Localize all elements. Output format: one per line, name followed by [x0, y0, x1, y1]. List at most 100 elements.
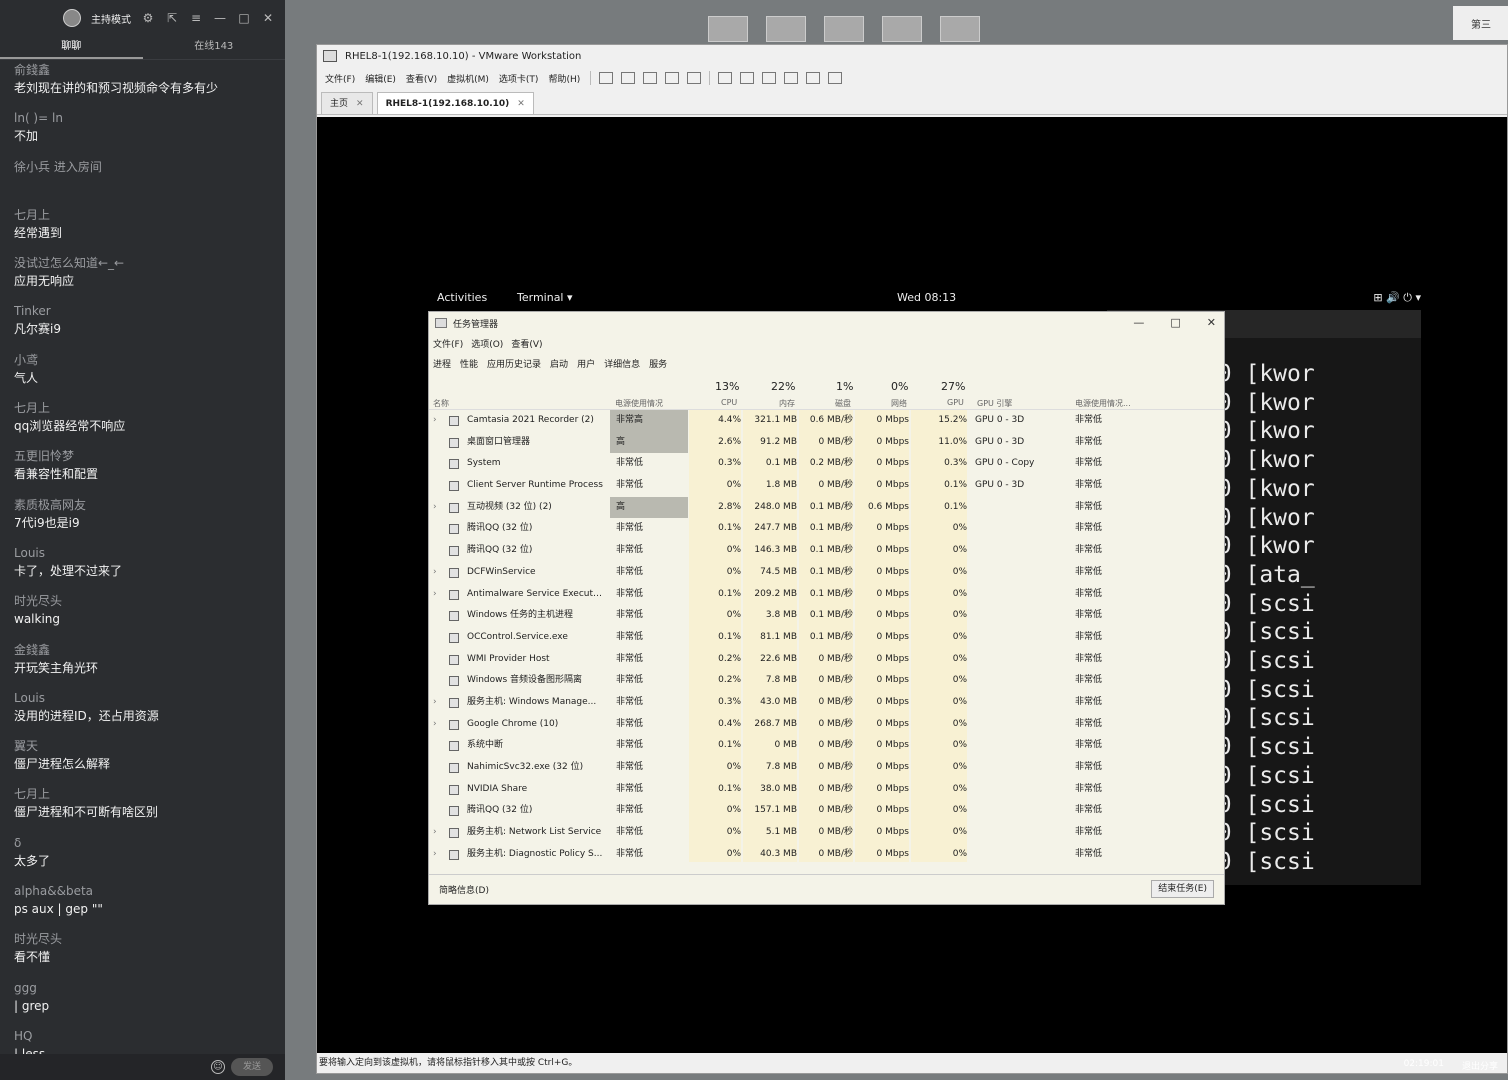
chat-username[interactable]: 小鸢 — [14, 352, 271, 369]
chat-username[interactable]: δ — [14, 835, 271, 852]
process-table-body[interactable]: › Camtasia 2021 Recorder (2) 非常高 4.4% 321.1 … — [429, 410, 1224, 862]
expand-icon[interactable]: › — [433, 410, 437, 432]
clock[interactable]: Wed 08:13 — [897, 291, 956, 304]
table-row[interactable]: 系统中断 非常低 0.1% 0 MB 0 MB/秒 0 Mbps 0% 非常低 — [429, 735, 1224, 757]
col-gpu[interactable]: GPU — [947, 398, 964, 407]
col-gpu-engine[interactable]: GPU 引擎 — [977, 398, 1012, 409]
table-row[interactable]: 腾讯QQ (32 位) 非常低 0% 157.1 MB 0 MB/秒 0 Mbps 0% 非常… — [429, 800, 1224, 823]
thumbnail[interactable] — [824, 16, 864, 42]
tab-online[interactable]: 在线143 — [143, 36, 286, 59]
chat-username[interactable]: 五更旧怜梦 — [14, 448, 271, 465]
chat-username[interactable]: ln( )= ln — [14, 110, 271, 127]
tab-details[interactable]: 详细信息 — [604, 357, 640, 370]
close-icon[interactable]: ✕ — [1207, 316, 1216, 329]
chat-username[interactable]: Louis — [14, 545, 271, 562]
tab-performance[interactable]: 性能 — [460, 357, 478, 370]
menu-file[interactable]: 文件(F) — [325, 72, 355, 85]
table-row[interactable]: › Google Chrome (10) 非常低 0.4% 268.7 MB 0 MB/秒… — [429, 713, 1224, 736]
close-icon[interactable]: ✕ — [356, 99, 364, 109]
snapshot-icon[interactable] — [643, 72, 658, 84]
send-button[interactable]: 发送 — [231, 1058, 273, 1076]
stretch-icon[interactable] — [828, 72, 843, 84]
tab-startup[interactable]: 启动 — [550, 357, 568, 370]
menu-view[interactable]: 查看(V) — [406, 72, 437, 85]
exit-share-button[interactable]: 退出分享 — [1462, 1059, 1498, 1072]
system-menu[interactable]: ⊞ 🔊 ⏻ ▾ — [1373, 291, 1421, 305]
console-icon[interactable] — [806, 72, 821, 84]
minimize-icon[interactable]: — — [213, 11, 227, 25]
tab-home[interactable]: 主页 ✕ — [321, 92, 373, 114]
table-row[interactable]: 桌面窗口管理器 高 2.6% 91.2 MB 0 MB/秒 0 Mbps 11.0% GPU … — [429, 431, 1224, 454]
chat-username[interactable]: 金錢鑫 — [14, 642, 271, 659]
table-row[interactable]: › 服务主机: Diagnostic Policy S... 非常低 0% 40.3 M… — [429, 843, 1224, 862]
minimize-icon[interactable]: — — [1133, 316, 1144, 329]
col-memory[interactable]: 内存 — [779, 398, 795, 409]
thumbnail[interactable] — [766, 16, 806, 42]
expand-icon[interactable]: › — [433, 844, 437, 862]
thumbnail[interactable] — [940, 16, 980, 42]
table-row[interactable]: 腾讯QQ (32 位) 非常低 0% 146.3 MB 0.1 MB/秒 0 Mbps 0%… — [429, 540, 1224, 562]
expand-icon[interactable]: › — [433, 584, 437, 606]
chat-message-list[interactable]: 俞錢鑫 老刘现在讲的和预习视频命令有多有少 ln( )= ln 不加 徐小兵 进入房间七… — [0, 60, 285, 1076]
table-row[interactable]: › Antimalware Service Executa... 非常低 0.1% 20… — [429, 583, 1224, 606]
menu-help[interactable]: 帮助(H) — [548, 72, 580, 85]
maximize-icon[interactable]: □ — [1170, 316, 1180, 329]
chat-username[interactable]: HQ — [14, 1028, 271, 1045]
tab-chat[interactable]: 聊聊 — [0, 36, 143, 59]
menu-options[interactable]: 选项(O) — [471, 337, 503, 350]
thumbnail[interactable] — [708, 16, 748, 42]
expand-icon[interactable]: › — [433, 822, 437, 844]
fullscreen-icon[interactable] — [762, 72, 777, 84]
table-row[interactable]: › 服务主机: Network List Service 非常低 0% 5.1 MB 0 … — [429, 822, 1224, 844]
table-row[interactable]: NVIDIA Share 非常低 0.1% 38.0 MB 0 MB/秒 0 Mbps 0%… — [429, 778, 1224, 801]
menu-edit[interactable]: 编辑(E) — [365, 72, 396, 85]
col-network[interactable]: 网络 — [891, 398, 907, 409]
chat-username[interactable]: 俞錢鑫 — [14, 62, 271, 79]
settings-icon[interactable]: ⚙ — [141, 11, 155, 25]
menu-file[interactable]: 文件(F) — [433, 337, 463, 350]
chat-username[interactable]: 时光尽头 — [14, 593, 271, 610]
expand-icon[interactable]: › — [433, 497, 437, 519]
tab-vm[interactable]: RHEL8-1(192.168.10.10) ✕ — [376, 92, 534, 114]
chat-username[interactable]: Louis — [14, 690, 271, 707]
pause-icon[interactable] — [599, 72, 614, 84]
chat-username[interactable]: ggg — [14, 980, 271, 997]
chat-username[interactable]: 时光尽头 — [14, 931, 271, 948]
col-power-trend[interactable]: 电源使用情况... — [1075, 398, 1131, 409]
chat-username[interactable]: 七月上 — [14, 786, 271, 803]
tab-app-history[interactable]: 应用历史记录 — [487, 357, 541, 370]
tab-services[interactable]: 服务 — [649, 357, 667, 370]
menu-view[interactable]: 查看(V) — [511, 337, 542, 350]
table-row[interactable]: › 服务主机: Windows Manage... 非常低 0.3% 43.0 MB 0 … — [429, 691, 1224, 714]
table-row[interactable]: OCControl.Service.exe 非常低 0.1% 81.1 MB 0.1 M… — [429, 626, 1224, 649]
table-row[interactable]: 腾讯QQ (32 位) 非常低 0.1% 247.7 MB 0.1 MB/秒 0 Mbps… — [429, 518, 1224, 541]
col-disk[interactable]: 磁盘 — [835, 398, 851, 409]
fewer-details-button[interactable]: 简略信息(D) — [439, 883, 489, 896]
terminal-app-menu[interactable]: Terminal ▾ — [517, 291, 573, 304]
thumbnail-bar-icon[interactable] — [740, 72, 755, 84]
host-mode-label[interactable]: 主持模式 — [91, 11, 131, 26]
table-row[interactable]: › Camtasia 2021 Recorder (2) 非常高 4.4% 321.1 … — [429, 410, 1224, 432]
menu-tabs[interactable]: 选项卡(T) — [499, 72, 539, 85]
table-row[interactable]: › 互动视频 (32 位) (2) 高 2.8% 248.0 MB 0.1 MB/秒 0.6… — [429, 496, 1224, 519]
chat-username[interactable]: 徐小兵 进入房间 — [14, 159, 271, 176]
chat-input-bar[interactable]: ☺ 发送 — [0, 1054, 285, 1080]
chat-username[interactable]: alpha&&beta — [14, 883, 271, 900]
library-icon[interactable] — [718, 72, 733, 84]
emoji-icon[interactable]: ☺ — [211, 1060, 225, 1074]
table-row[interactable]: Windows 音频设备图形隔离 非常低 0.2% 7.8 MB 0 MB/秒 0 Mbp… — [429, 670, 1224, 692]
chat-username[interactable]: 没试过怎么知道←_← — [14, 255, 271, 272]
vm-screen[interactable]: Activities Terminal ▾ Wed 08:13 ⊞ 🔊 ⏻ ▾ … — [317, 117, 1507, 1053]
chat-username[interactable]: 素质极高网友 — [14, 497, 271, 514]
table-row[interactable]: Client Server Runtime Process 非常低 0% 1.8 MB… — [429, 475, 1224, 497]
table-row[interactable]: System 非常低 0.3% 0.1 MB 0.2 MB/秒 0 Mbps 0.3% GPU… — [429, 453, 1224, 476]
expand-icon[interactable]: › — [433, 714, 437, 736]
expand-icon[interactable]: › — [433, 692, 437, 714]
menu-icon[interactable]: ≡ — [189, 11, 203, 25]
chat-username[interactable]: 七月上 — [14, 400, 271, 417]
chat-username[interactable]: 七月上 — [14, 207, 271, 224]
col-power[interactable]: 电源使用情况 — [615, 398, 663, 409]
maximize-icon[interactable]: □ — [237, 11, 251, 25]
tab-users[interactable]: 用户 — [577, 357, 595, 370]
expand-icon[interactable]: › — [433, 562, 437, 584]
